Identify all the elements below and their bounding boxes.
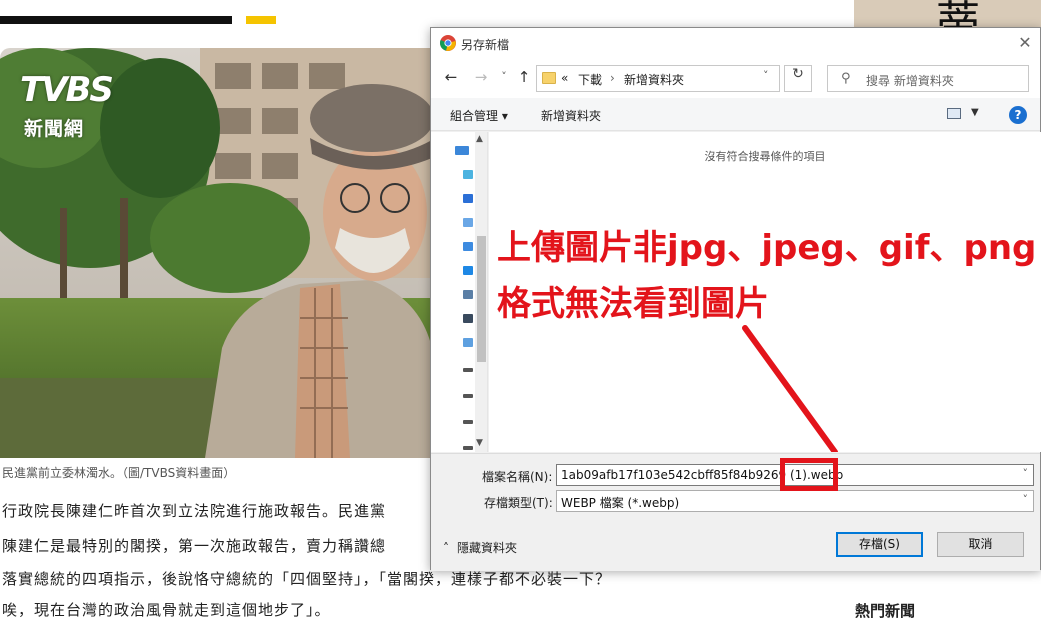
header-bar-black	[0, 16, 232, 24]
chevron-up-icon: ˄	[443, 541, 449, 555]
chrome-icon	[440, 35, 456, 51]
back-arrow-icon[interactable]: ←	[442, 68, 460, 86]
breadcrumb-separator: ›	[610, 71, 615, 85]
up-arrow-icon[interactable]: ↑	[515, 68, 533, 86]
help-icon[interactable]: ?	[1009, 106, 1027, 124]
refresh-icon[interactable]: ↻	[784, 65, 812, 92]
view-dropdown-icon[interactable]: ▼	[971, 107, 979, 118]
annotation-text-line-2: 格式無法看到圖片	[497, 284, 769, 324]
news-photo: TVBS 新聞網	[0, 48, 432, 458]
dialog-toolbar: 組合管理 ▾ 新增資料夾 ▼ ?	[431, 98, 1040, 131]
music-icon[interactable]	[463, 242, 473, 251]
cloud-icon[interactable]	[463, 170, 473, 179]
download-icon[interactable]	[463, 194, 473, 203]
dialog-title: 另存新檔	[461, 38, 510, 52]
tvbs-logo-subtitle: 新聞網	[24, 118, 85, 140]
address-dropdown-chevron-icon[interactable]: ˅	[763, 69, 769, 82]
breadcrumb-overflow[interactable]: «	[561, 71, 568, 85]
filename-label: 檔案名稱(N):	[482, 470, 553, 484]
search-input[interactable]: ⚲ 搜尋 新增資料夾	[827, 65, 1029, 92]
new-folder-button[interactable]: 新增資料夾	[541, 107, 601, 124]
recent-locations-chevron-icon[interactable]: ˅	[495, 68, 513, 86]
navigation-row: ← → ˅ ↑ « 下載 › 新增資料夾 ˅ ↻ ⚲ 搜尋 新增資料夾	[431, 58, 1040, 98]
movies-icon[interactable]	[463, 314, 473, 323]
drive-icon[interactable]	[463, 368, 473, 372]
filename-dropdown-chevron-icon[interactable]: ˅	[1023, 467, 1029, 480]
videos-icon[interactable]	[463, 290, 473, 299]
filetype-select[interactable]: WEBP 檔案 (*.webp) ˅	[556, 490, 1034, 512]
drive-icon[interactable]	[463, 394, 473, 398]
hide-folders-label: 隱藏資料夾	[457, 541, 518, 555]
pictures-icon[interactable]	[463, 266, 473, 275]
header-bar-yellow	[246, 16, 276, 24]
address-bar[interactable]: « 下載 › 新增資料夾 ˅	[536, 65, 780, 92]
filetype-label: 存檔類型(T):	[484, 496, 553, 510]
photo-caption: 民進黨前立委林濁水。（圖/TVBS資料畫面）	[2, 466, 236, 480]
breadcrumb-new-folder[interactable]: 新增資料夾	[624, 71, 684, 88]
save-options-panel: 檔案名稱(N): 1ab09afb17f103e542cbff85f84b926…	[431, 453, 1040, 571]
scroll-down-icon[interactable]: ▼	[476, 438, 483, 448]
breadcrumb-downloads[interactable]: 下載	[578, 71, 602, 88]
filetype-dropdown-chevron-icon[interactable]: ˅	[1023, 493, 1029, 506]
dialog-titlebar: 另存新檔 ✕	[431, 28, 1040, 58]
tvbs-logo-text: TVBS	[20, 70, 114, 110]
drive-icon[interactable]	[463, 420, 473, 424]
screen: 蒂手	[0, 0, 1041, 627]
article-line-1: 行政院長陳建仁昨首次到立法院進行施政報告。民進黨	[2, 502, 387, 520]
hide-folders-toggle[interactable]: ˄ 隱藏資料夾	[443, 539, 517, 556]
hot-news-heading: 熱門新聞	[855, 602, 916, 620]
forward-arrow-icon[interactable]: →	[472, 68, 490, 86]
search-icon: ⚲	[841, 71, 851, 86]
annotation-text-line-1: 上傳圖片非jpg、jpeg、gif、png	[497, 228, 1037, 268]
annotation-highlight-box	[780, 458, 838, 491]
drive-icon[interactable]	[463, 446, 473, 450]
organize-menu-button[interactable]: 組合管理 ▾	[450, 107, 508, 124]
article-line-2: 陳建仁是最特別的閣揆，第一次施政報告，賣力稱讚總	[2, 537, 387, 555]
close-icon[interactable]: ✕	[1014, 32, 1036, 54]
view-options-icon[interactable]	[947, 108, 961, 119]
empty-results-message: 沒有符合搜尋條件的項目	[704, 150, 826, 163]
cancel-button[interactable]: 取消	[937, 532, 1024, 557]
scrollbar-thumb[interactable]	[477, 236, 486, 362]
article-line-3: 落實總統的四項指示，後說恪守總統的「四個堅持」，「當閣揆，連樣子都不必裝一下？	[2, 570, 612, 588]
navigation-scrollbar[interactable]: ▲ ▼	[475, 132, 487, 452]
desktop-icon[interactable]	[455, 146, 469, 155]
save-button[interactable]: 存檔(S)	[836, 532, 923, 557]
save-as-dialog: 另存新檔 ✕ ← → ˅ ↑ « 下載 › 新增資料夾 ˅ ↻ ⚲ 搜尋 新增資…	[430, 27, 1041, 571]
tvbs-logo: TVBS 新聞網	[18, 70, 148, 150]
filetype-value: WEBP 檔案 (*.webp)	[561, 496, 680, 510]
file-list-area[interactable]: 沒有符合搜尋條件的項目 上傳圖片非jpg、jpeg、gif、png 格式無法看到…	[489, 132, 1041, 452]
search-placeholder: 搜尋 新增資料夾	[866, 74, 954, 88]
folder-icon	[542, 72, 556, 84]
navigation-pane[interactable]: ▲ ▼	[431, 132, 488, 452]
network-icon[interactable]	[463, 338, 473, 347]
documents-icon[interactable]	[463, 218, 473, 227]
article-line-4: 唉，現在台灣的政治風骨就走到這個地步了」。	[2, 601, 331, 619]
scroll-up-icon[interactable]: ▲	[476, 134, 483, 144]
